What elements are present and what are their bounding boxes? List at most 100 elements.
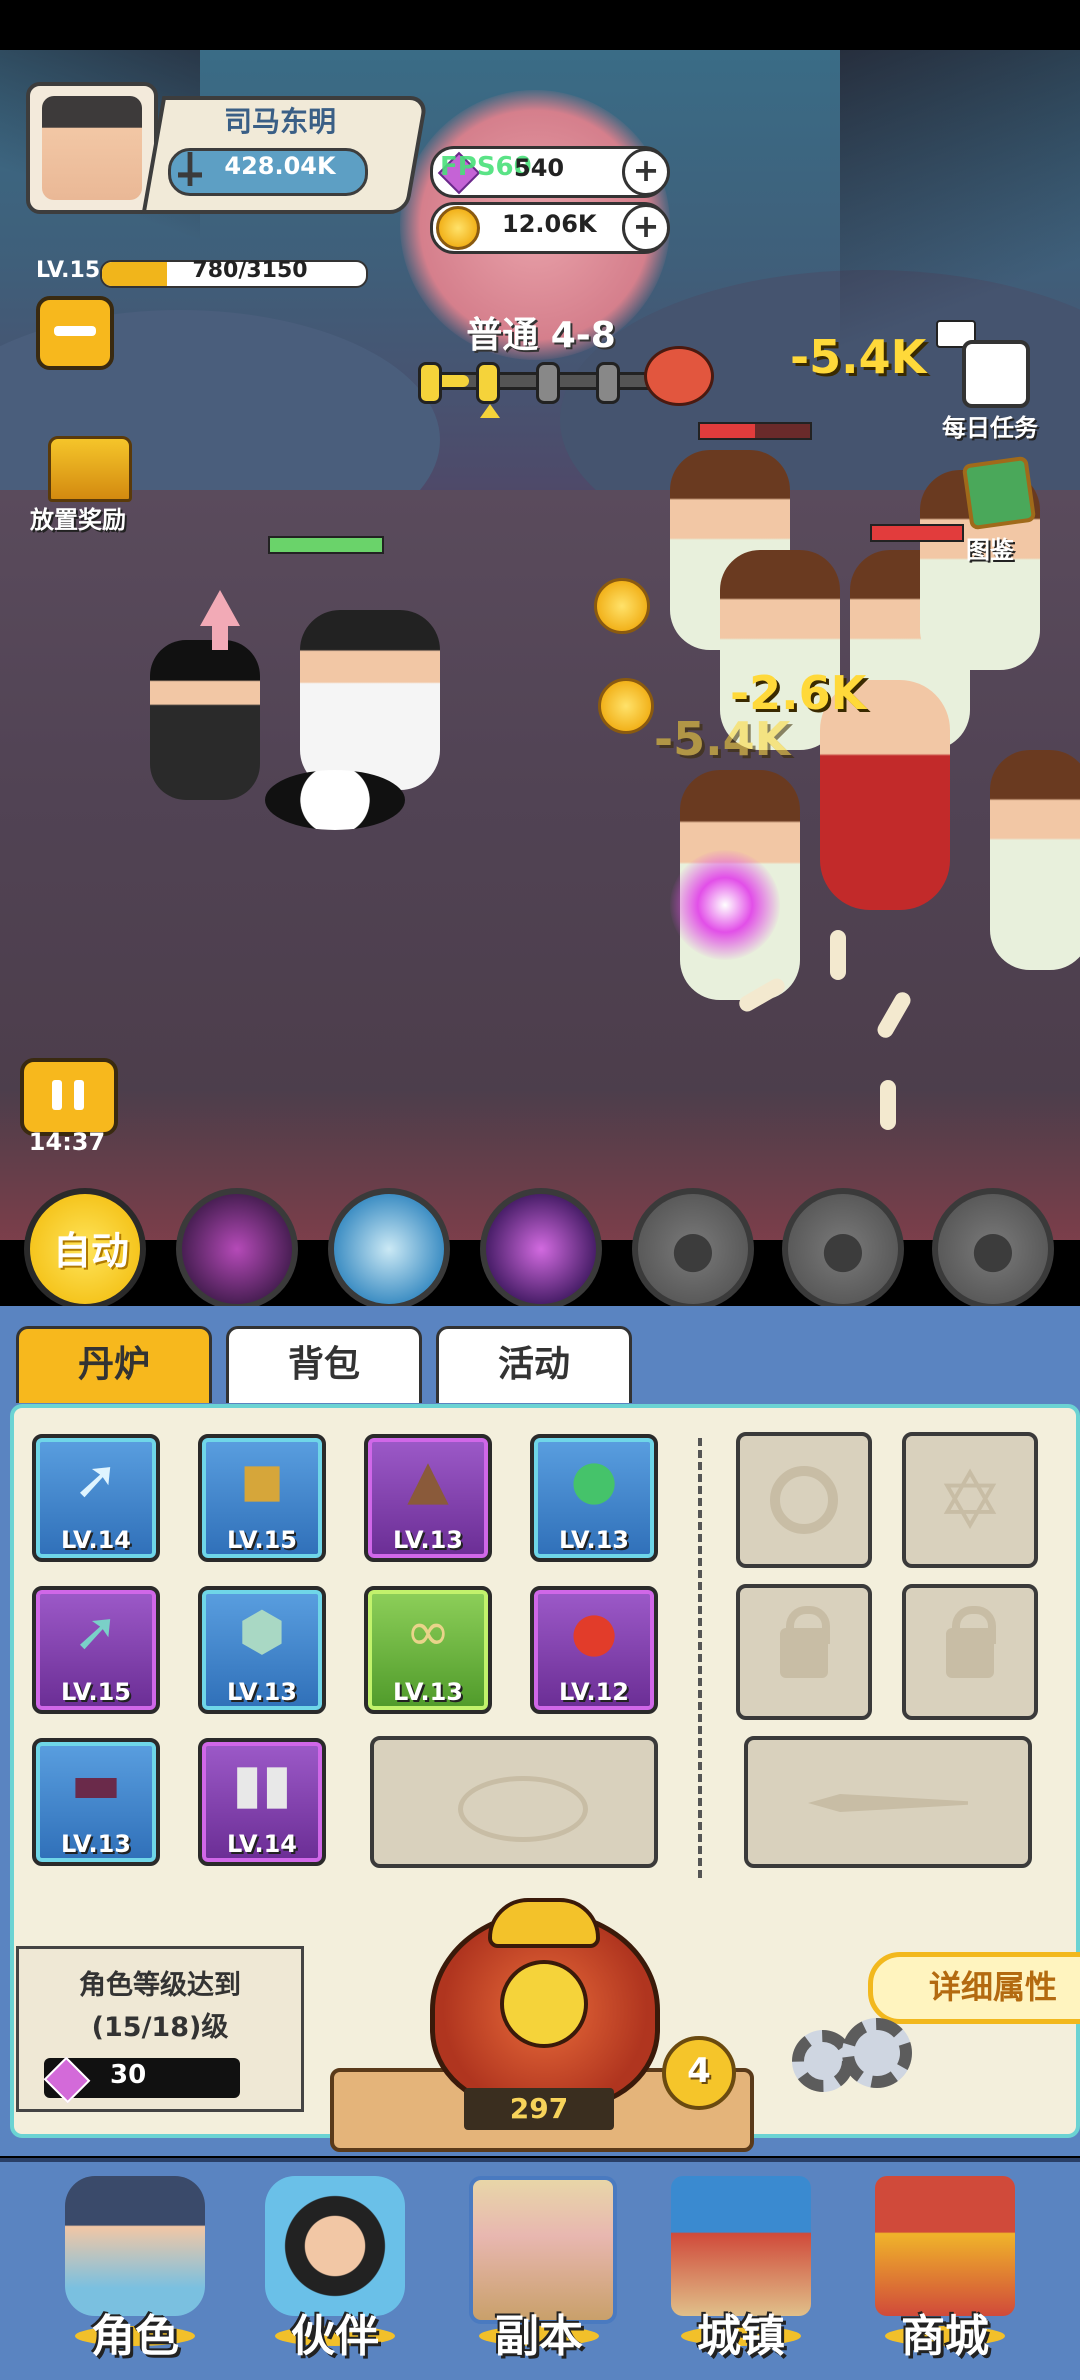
equipment-level: LV.13: [227, 1678, 297, 1706]
equipment-slot-red-orb[interactable]: ● LV.12: [530, 1586, 658, 1714]
lock-shackle: [786, 1606, 830, 1644]
gold-count: 12.06K: [502, 210, 597, 238]
equipment-slot-boots[interactable]: ▮▮ LV.14: [198, 1738, 326, 1866]
auto-label: 自动: [52, 1229, 129, 1273]
equipment-slot-armor[interactable]: ◼ LV.15: [198, 1434, 326, 1562]
locked-special-slot[interactable]: [736, 1432, 872, 1568]
magic-burst-effect: [670, 850, 780, 960]
equipment-slot-belt[interactable]: ▬ LV.13: [32, 1738, 160, 1866]
player-avatar[interactable]: [26, 82, 158, 214]
character-icon: [65, 2176, 205, 2316]
cauldron-count: 297: [464, 2088, 614, 2130]
jade-pendant-icon: ⬢: [238, 1600, 286, 1663]
idle-reward-label[interactable]: 放置奖励: [30, 500, 126, 535]
lock-icon: ●: [821, 1220, 865, 1278]
equipment-slot-sword[interactable]: ➚ LV.15: [32, 1586, 160, 1714]
nav-label: 城镇: [697, 2311, 785, 2362]
nav-partner[interactable]: 伙伴: [240, 2166, 430, 2362]
task-list-icon[interactable]: [962, 340, 1030, 408]
codex-book-icon[interactable]: [961, 455, 1037, 531]
locked-special-slot[interactable]: [902, 1584, 1038, 1720]
battle-timer: 14:37: [28, 1128, 106, 1156]
jade-orb-icon: ●: [570, 1448, 618, 1511]
xp-text: 780/3150: [192, 258, 308, 283]
daily-tasks-label[interactable]: 每日任务: [942, 408, 1038, 443]
equipment-level: LV.14: [61, 1526, 131, 1554]
damage-number: -5.4K: [790, 330, 927, 384]
skill-vortex-icon[interactable]: [480, 1188, 602, 1310]
equipment-slot-gourd[interactable]: ∞ LV.13: [364, 1586, 492, 1714]
tab-events[interactable]: 活动: [436, 1326, 632, 1403]
nav-label: 角色: [91, 2311, 179, 2362]
nav-label: 商城: [901, 2311, 989, 2362]
weapon-silhouette-icon: [808, 1794, 968, 1812]
gem-count: 540: [514, 154, 565, 182]
boots-icon: ▮▮: [232, 1752, 292, 1815]
armor-icon: ◼: [239, 1448, 285, 1511]
detailed-attributes-button[interactable]: 详细属性: [868, 1952, 1080, 2024]
stage-node: [476, 362, 500, 404]
treasure-chest-icon[interactable]: [48, 436, 132, 502]
equipment-slot-jade-pendant[interactable]: ⬢ LV.13: [198, 1586, 326, 1714]
nav-character[interactable]: 角色: [40, 2166, 230, 2362]
equipment-level: LV.13: [393, 1526, 463, 1554]
empty-weapon-slot[interactable]: [744, 1736, 1032, 1868]
avatar: [42, 96, 142, 200]
gear-icon[interactable]: [842, 2018, 912, 2088]
gem-cost: 30: [110, 2060, 147, 2090]
nav-label: 伙伴: [291, 2311, 379, 2362]
codex-label[interactable]: 图鉴: [966, 530, 1014, 565]
pause-button[interactable]: [20, 1058, 118, 1136]
belt-icon: ▬: [70, 1752, 122, 1815]
player-level: LV.15: [36, 258, 101, 283]
equipment-slot-spear[interactable]: ➚ LV.14: [32, 1434, 160, 1562]
locked-special-slot[interactable]: ✡: [902, 1432, 1038, 1568]
nav-town[interactable]: 城镇: [646, 2166, 836, 2362]
add-gold-button[interactable]: +: [622, 204, 670, 252]
status-bar: [0, 0, 1080, 50]
menu-button[interactable]: [36, 296, 114, 370]
cauldron-lid: [488, 1898, 600, 1948]
skill-lightning-icon[interactable]: [176, 1188, 298, 1310]
empty-artifact-slot[interactable]: [370, 1736, 658, 1868]
locked-special-slot[interactable]: [736, 1584, 872, 1720]
partner-icon: [265, 2176, 405, 2316]
cauldron-emblem-icon: [500, 1960, 588, 2048]
pause-icon: [74, 1080, 84, 1110]
hexagram-icon: ✡: [936, 1454, 1004, 1547]
lock-icon: ●: [971, 1220, 1015, 1278]
equipment-level: LV.13: [61, 1830, 131, 1858]
skill-dragon-icon[interactable]: [328, 1188, 450, 1310]
axe-pack-icon: ▲: [407, 1448, 449, 1511]
player-name: 司马东明: [223, 105, 336, 138]
equipment-level: LV.13: [393, 1678, 463, 1706]
locked-skill-slot[interactable]: ●: [932, 1188, 1054, 1310]
equipment-slot-axe-pack[interactable]: ▲ LV.13: [364, 1434, 492, 1562]
dropped-coin-icon: [594, 578, 650, 634]
locked-skill-slot[interactable]: ●: [632, 1188, 754, 1310]
equipment-level: LV.13: [559, 1526, 629, 1554]
auto-skill-button[interactable]: 自动: [24, 1188, 146, 1310]
stage-node: [596, 362, 620, 404]
current-stage-marker-icon: [480, 404, 500, 418]
bone-debris: [830, 930, 846, 980]
nav-dungeon[interactable]: 副本: [444, 2166, 634, 2362]
tab-backpack[interactable]: 背包: [226, 1326, 422, 1403]
equipment-level: LV.12: [559, 1678, 629, 1706]
tab-alchemy-furnace[interactable]: 丹炉: [16, 1326, 212, 1403]
enemy-minion: [990, 750, 1080, 970]
xp-bar-fill: [102, 262, 168, 286]
red-orb-icon: ●: [570, 1600, 618, 1663]
nav-shop[interactable]: 商城: [850, 2166, 1040, 2362]
pause-icon: [52, 1080, 62, 1110]
dropped-coin-icon: [598, 678, 654, 734]
gourd-icon: ∞: [405, 1600, 451, 1663]
hero-main: [300, 610, 440, 790]
equipment-slot-jade-orb[interactable]: ● LV.13: [530, 1434, 658, 1562]
magic-circle-icon: [458, 1776, 588, 1842]
equipment-level: LV.14: [227, 1830, 297, 1858]
emblem-icon: [770, 1466, 838, 1534]
locked-skill-slot[interactable]: ●: [782, 1188, 904, 1310]
add-gems-button[interactable]: +: [622, 148, 670, 196]
hero-partner: [150, 640, 260, 800]
